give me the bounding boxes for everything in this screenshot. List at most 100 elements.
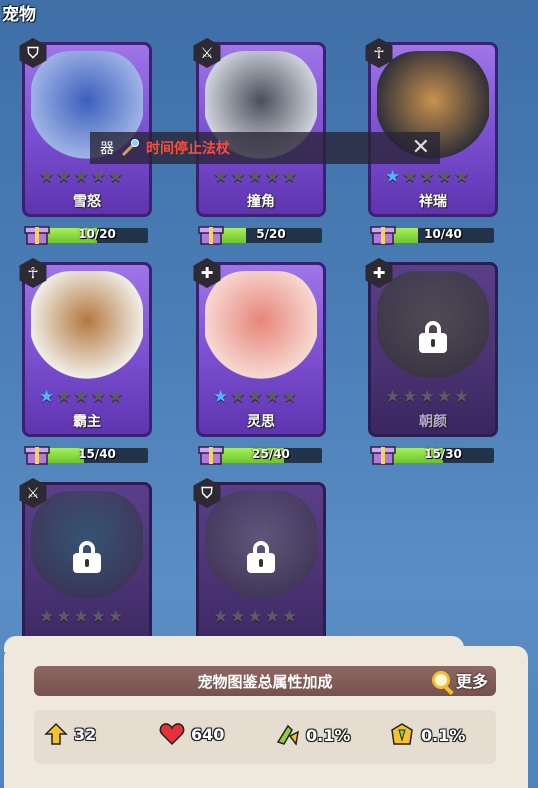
star-rating: ★ ★ ★ ★ ★ <box>39 389 123 406</box>
pet-card[interactable]: ⚔ ★ ★ ★ ★ ★ 撞角 <box>193 38 326 217</box>
stat-attack-value: 32 <box>74 724 97 744</box>
pet-card[interactable]: ✚ ★ ★ ★ ★ ★ 灵思 <box>193 258 326 437</box>
stat-crit-damage: 0.1% <box>389 722 465 748</box>
page-title: 宠物 <box>2 5 36 25</box>
heart-icon <box>159 723 185 746</box>
star-icon: ★ <box>264 167 280 187</box>
crit-damage-icon <box>391 723 413 745</box>
star-icon: ★ <box>264 387 280 407</box>
star-icon: ★ <box>56 607 72 627</box>
pet-name: 灵思 <box>247 414 275 430</box>
sword-icon: ⚔ <box>18 478 48 508</box>
star-icon: ★ <box>73 387 89 407</box>
pet-card[interactable]: ✚ ★ ★ ★ ★ ★ 朝颜 <box>365 258 498 437</box>
tooltip-item-name: 时间停止法杖 <box>146 141 230 157</box>
pet-card-frame: ★ ★ ★ ★ ★ 朝颜 <box>368 262 498 437</box>
star-rating: ★ ★ ★ ★ ★ <box>213 389 297 406</box>
staff-icon <box>121 139 139 157</box>
pet-name: 祥瑞 <box>419 194 447 210</box>
progress-text: 15/40 <box>78 447 116 461</box>
star-icon: ★ <box>454 387 470 407</box>
star-rating: ★ ★ ★ ★ ★ <box>213 609 297 626</box>
magnifier-icon <box>431 671 450 689</box>
pet-card[interactable]: ⛉ ★ ★ ★ ★ ★ <box>193 478 326 657</box>
star-icon: ★ <box>402 387 418 407</box>
sword-icon: ⚔ <box>192 38 222 68</box>
star-icon: ★ <box>419 167 435 187</box>
star-icon: ★ <box>90 387 106 407</box>
star-icon: ★ <box>282 387 298 407</box>
star-icon: ★ <box>90 167 106 187</box>
stat-attack: 32 <box>44 722 96 746</box>
star-icon: ★ <box>247 607 263 627</box>
pet-card-frame: ★ ★ ★ ★ ★ 霸主 <box>22 262 152 437</box>
star-icon: ★ <box>90 607 106 627</box>
lock-icon <box>419 321 447 353</box>
tooltip-slot-label: 器 <box>100 141 114 157</box>
pet-card-frame: ★ ★ ★ ★ ★ 祥瑞 <box>368 42 498 217</box>
pet-name: 雪怒 <box>73 194 101 210</box>
progress-text: 10/40 <box>424 227 462 241</box>
star-icon: ★ <box>247 387 263 407</box>
star-icon: ★ <box>247 167 263 187</box>
star-rating: ★ ★ ★ ★ ★ <box>385 389 469 406</box>
star-icon: ★ <box>108 167 124 187</box>
star-icon: ★ <box>230 607 246 627</box>
star-rating: ★ ★ ★ ★ ★ <box>39 169 123 186</box>
pet-card-frame: ★ ★ ★ ★ ★ 撞角 <box>196 42 326 217</box>
item-tooltip[interactable]: 器 时间停止法杖 ✕ <box>90 132 440 164</box>
pet-card[interactable]: ☥ ★ ★ ★ ★ ★ 祥瑞 <box>365 38 498 217</box>
star-icon: ★ <box>108 607 124 627</box>
panel-tab <box>4 636 464 652</box>
star-icon: ★ <box>436 167 452 187</box>
star-rating: ★ ★ ★ ★ ★ <box>39 609 123 626</box>
star-icon: ★ <box>213 387 229 407</box>
star-icon: ★ <box>213 607 229 627</box>
pet-card-frame: ★ ★ ★ ★ ★ <box>22 482 152 657</box>
pet-card[interactable]: ☥ ★ ★ ★ ★ ★ 霸主 <box>19 258 152 437</box>
progress-text: 15/30 <box>424 447 462 461</box>
star-icon: ★ <box>282 167 298 187</box>
star-rating: ★ ★ ★ ★ ★ <box>213 169 297 186</box>
lock-icon <box>73 541 101 573</box>
more-label: 更多 <box>455 672 488 691</box>
star-icon: ★ <box>282 607 298 627</box>
pet-card[interactable]: ⛉ ★ ★ ★ ★ ★ 雪怒 <box>19 38 152 217</box>
star-icon: ★ <box>264 607 280 627</box>
star-icon: ★ <box>419 387 435 407</box>
progress-text: 10/20 <box>78 227 116 241</box>
heal-icon: ✚ <box>192 258 222 288</box>
pet-card-frame: ★ ★ ★ ★ ★ 灵思 <box>196 262 326 437</box>
shard-progress: 5/20 <box>198 224 322 246</box>
star-icon: ★ <box>56 167 72 187</box>
progress-text: 25/40 <box>252 447 290 461</box>
pet-name: 霸主 <box>73 414 101 430</box>
pet-name: 撞角 <box>247 194 275 210</box>
bonus-title: 宠物图鉴总属性加成 <box>197 673 333 691</box>
ankh-icon: ☥ <box>18 258 48 288</box>
star-icon: ★ <box>385 387 401 407</box>
more-button[interactable]: 更多 <box>431 668 488 692</box>
heal-icon: ✚ <box>364 258 394 288</box>
shard-progress: 10/20 <box>24 224 148 246</box>
star-icon: ★ <box>454 167 470 187</box>
star-icon: ★ <box>436 387 452 407</box>
star-icon: ★ <box>402 167 418 187</box>
pet-card-frame: ★ ★ ★ ★ ★ <box>196 482 326 657</box>
star-icon: ★ <box>73 167 89 187</box>
star-icon: ★ <box>56 387 72 407</box>
close-icon[interactable]: ✕ <box>412 135 430 160</box>
stat-hp-value: 640 <box>191 724 225 744</box>
pet-card[interactable]: ⚔ ★ ★ ★ ★ ★ <box>19 478 152 657</box>
star-icon: ★ <box>39 607 55 627</box>
star-icon: ★ <box>108 387 124 407</box>
shard-progress: 15/30 <box>370 444 494 466</box>
star-icon: ★ <box>230 387 246 407</box>
shield-icon: ⛉ <box>18 38 48 68</box>
pet-card-frame: ★ ★ ★ ★ ★ 雪怒 <box>22 42 152 217</box>
star-icon: ★ <box>213 167 229 187</box>
star-icon: ★ <box>39 167 55 187</box>
star-icon: ★ <box>73 607 89 627</box>
shard-progress: 15/40 <box>24 444 148 466</box>
bonus-banner: 宠物图鉴总属性加成 更多 <box>34 666 496 696</box>
